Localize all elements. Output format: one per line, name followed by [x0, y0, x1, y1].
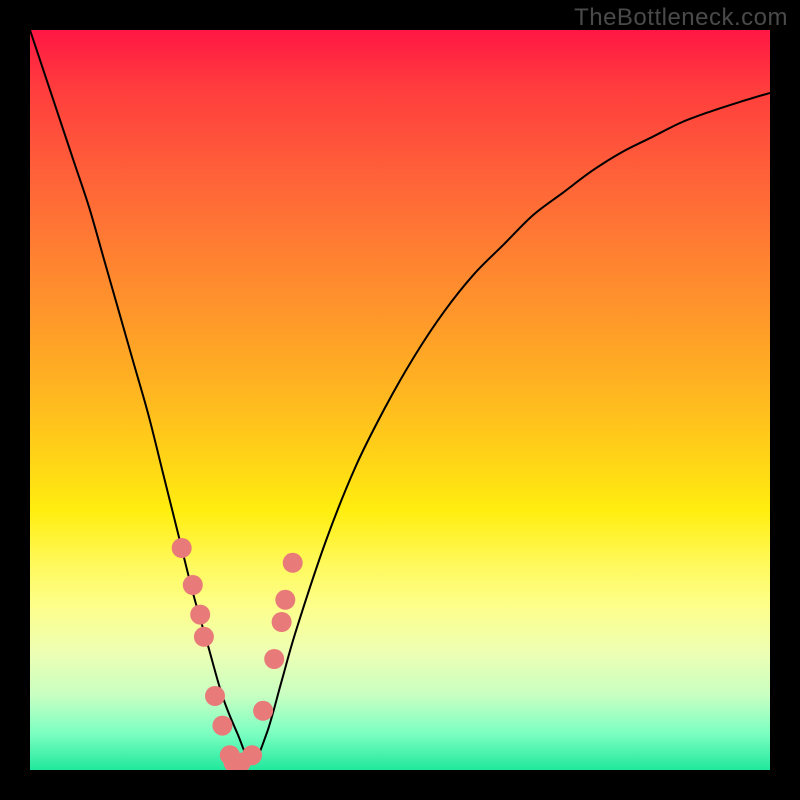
marker-point [212, 716, 232, 736]
marker-point [194, 627, 214, 647]
marker-point [190, 605, 210, 625]
marker-point [205, 686, 225, 706]
marker-point [253, 701, 273, 721]
chart-svg [30, 30, 770, 770]
marker-point [183, 575, 203, 595]
marker-point [283, 553, 303, 573]
plot-area [30, 30, 770, 770]
chart-frame: TheBottleneck.com [0, 0, 800, 800]
marker-point [272, 612, 292, 632]
marker-point [242, 745, 262, 765]
watermark-text: TheBottleneck.com [574, 4, 788, 32]
marker-point [275, 590, 295, 610]
marker-point [172, 538, 192, 558]
marker-point [264, 649, 284, 669]
bottleneck-curve [30, 30, 770, 763]
